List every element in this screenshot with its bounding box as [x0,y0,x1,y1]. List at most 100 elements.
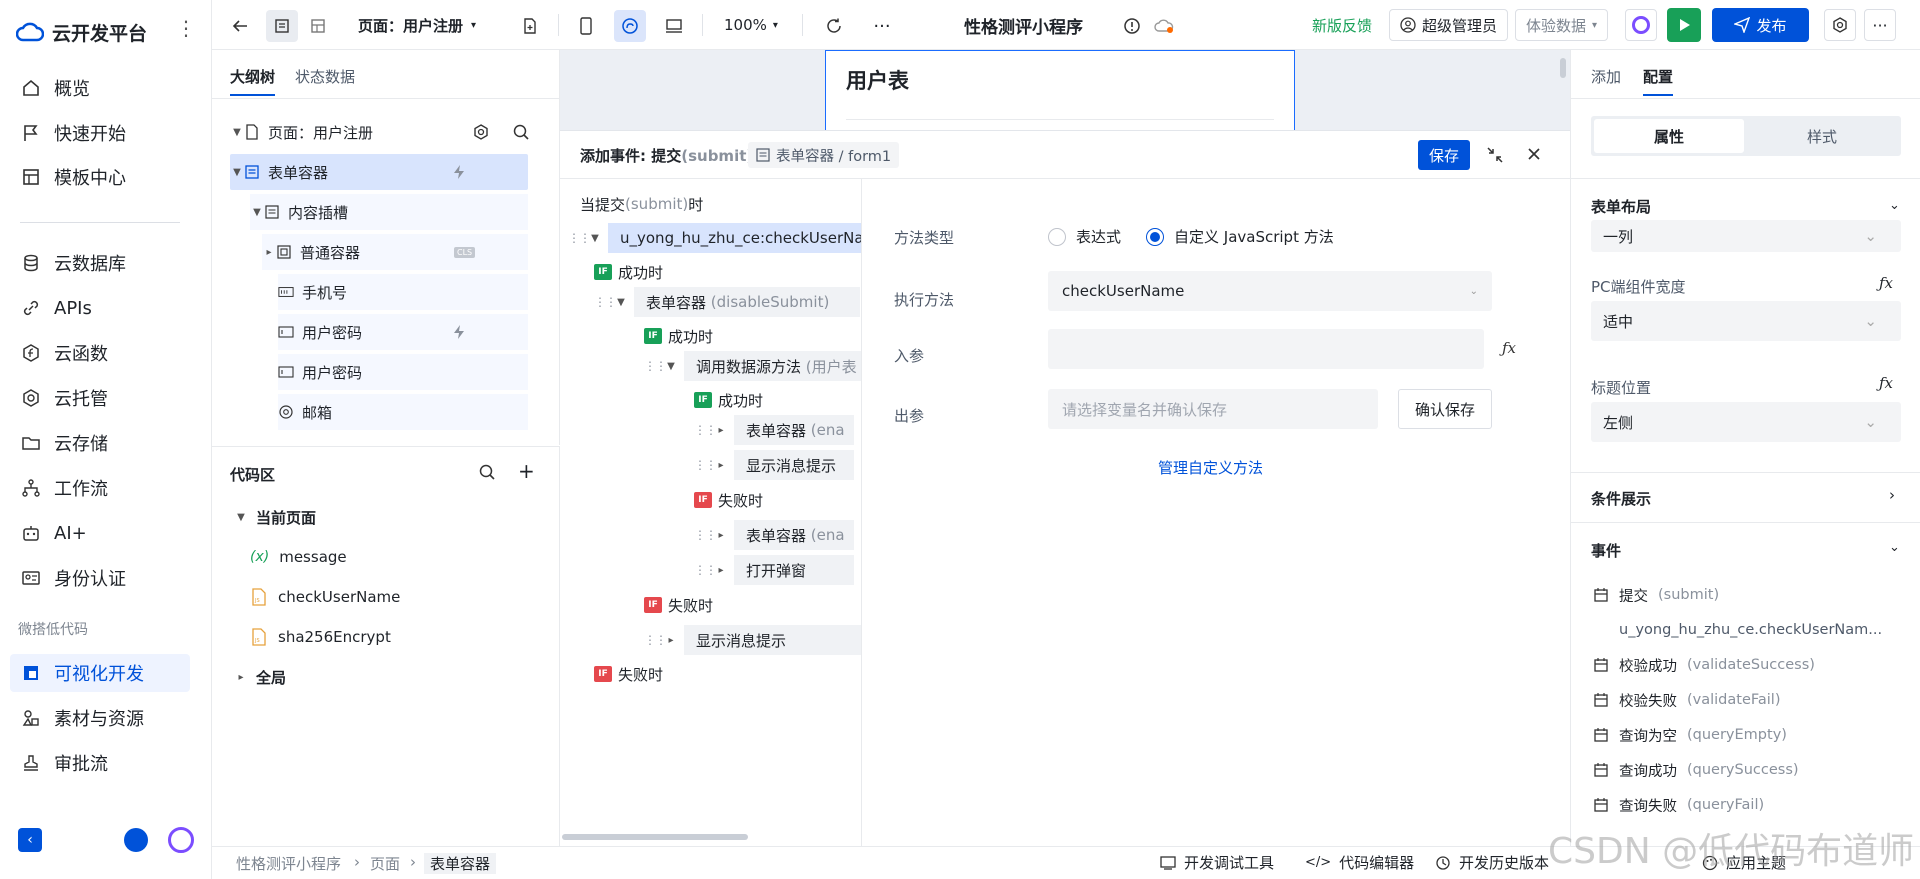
nav-item-cloudrun[interactable]: 云托管 [10,379,190,417]
radio-custom-js[interactable]: 自定义 JavaScript 方法 [1146,226,1334,247]
ai-assistant-icon[interactable] [168,827,194,853]
search-icon[interactable] [478,463,496,481]
nav-item-approval[interactable]: 审批流 [10,744,190,782]
chevron-down-icon[interactable]: ⌄ [1889,198,1900,213]
tab-outline[interactable]: 大纲树 [230,66,276,96]
history-button[interactable]: 开发历史版本 [1435,852,1549,873]
user-avatar-icon[interactable] [124,828,148,852]
event-item-submit[interactable]: 提交 (submit) [1593,582,1719,608]
nav-item-overview[interactable]: 概览 [10,69,190,107]
code-item-message[interactable]: (x) message [250,542,347,572]
tree-node-form-container[interactable]: ▼ 表单容器 [230,154,528,190]
nav-item-functions[interactable]: 云函数 [10,334,190,372]
caret-down-icon[interactable]: ▼ [588,233,602,244]
form-layout-select[interactable]: 一列 ⌄ [1591,220,1901,252]
publish-button[interactable]: 发布 [1712,8,1809,42]
tab-add[interactable]: 添加 [1591,66,1621,87]
info-icon[interactable] [1116,10,1148,42]
formula-icon[interactable]: ƒx [1502,339,1516,357]
code-item-sha256[interactable]: JS sha256Encrypt [252,622,391,652]
drag-handle-icon[interactable]: ⋮⋮ [694,563,717,577]
miniprogram-icon[interactable] [614,10,646,42]
nav-item-workflow[interactable]: 工作流 [10,469,190,507]
drag-handle-icon[interactable]: ⋮⋮ [568,231,591,245]
settings-icon[interactable] [1824,9,1856,41]
drag-handle-icon[interactable]: ⋮⋮ [644,359,667,373]
tree-node-password-1[interactable]: 用户密码 [278,314,528,350]
tree-node-email[interactable]: 邮箱 [278,394,528,430]
event-target-chip[interactable]: 表单容器 / form1 [748,142,900,168]
caret-down-icon[interactable]: ▼ [614,297,628,308]
nav-item-storage[interactable]: 云存储 [10,424,190,462]
event-item-query-success[interactable]: 查询成功 (querySuccess) [1593,757,1799,783]
form-layout-title[interactable]: 表单布局 [1591,196,1651,217]
tree-node-slot[interactable]: ▼ 内容插槽 [250,194,528,230]
nav-item-ai[interactable]: AI+ [10,514,190,552]
tree-node-phone[interactable]: 手机号 [278,274,528,310]
drag-handle-icon[interactable]: ⋮⋮ [694,528,717,542]
exec-method-select[interactable]: checkUserName ⌄ [1048,271,1492,311]
back-icon[interactable] [224,10,256,42]
ai-icon[interactable] [1625,9,1657,41]
desktop-icon[interactable] [658,10,690,42]
brand[interactable]: 云开发平台 [16,16,147,48]
event-item-query-fail[interactable]: 查询失败 (queryFail) [1593,792,1764,818]
canvas-scrollbar[interactable] [1560,58,1566,78]
flow-open-modal[interactable]: ⋮⋮ ▸ 打开弹窗 [694,555,854,585]
event-item-query-empty[interactable]: 查询为空 (queryEmpty) [1593,722,1787,748]
param-in-input[interactable] [1048,329,1484,369]
code-group-global[interactable]: ▸ 全局 [234,662,286,692]
param-out-input[interactable]: 请选择变量名并确认保存 [1048,389,1378,429]
zoom-select[interactable]: 100% ▾ [724,10,778,40]
save-button[interactable]: 保存 [1418,140,1470,170]
tree-node-container[interactable]: ▸ 普通容器 CLS [262,234,528,270]
nav-item-assets[interactable]: 素材与资源 [10,699,190,737]
more-icon[interactable]: ··· [866,10,898,42]
tab-config[interactable]: 配置 [1643,66,1674,96]
caret-right-icon[interactable]: ▸ [714,460,728,471]
role-button[interactable]: 超级管理员 [1389,9,1509,41]
close-icon[interactable] [1526,146,1542,162]
add-page-icon[interactable] [514,10,546,42]
drag-handle-icon[interactable]: ⋮⋮ [694,458,717,472]
add-icon[interactable]: + [518,461,535,481]
nav-item-quickstart[interactable]: 快速开始 [10,114,190,152]
more-menu-icon[interactable]: ··· [1864,9,1896,41]
breadcrumb-current[interactable]: 表单容器 [424,853,497,874]
chevron-down-icon[interactable]: ⌄ [1889,540,1900,555]
nav-item-visual-dev[interactable]: 可视化开发 [10,654,190,692]
collapse-icon[interactable] [1486,146,1504,164]
event-handler-item[interactable]: u_yong_hu_zhu_ce.checkUserNam... [1619,617,1882,643]
seg-properties[interactable]: 属性 [1594,119,1744,153]
formula-icon[interactable]: ƒx [1879,374,1893,392]
dev-tools-button[interactable]: 开发调试工具 [1160,852,1274,873]
drag-handle-icon[interactable]: ⋮⋮ [594,295,617,309]
nav-item-auth[interactable]: 身份认证 [10,559,190,597]
caret-right-icon[interactable]: ▸ [714,565,728,576]
manage-methods-link[interactable]: 管理自定义方法 [1158,457,1263,478]
drag-handle-icon[interactable]: ⋮⋮ [644,633,667,647]
code-editor-button[interactable]: </> 代码编辑器 [1305,852,1414,873]
caret-right-icon[interactable]: ▸ [714,425,728,436]
flow-disable-submit[interactable]: ⋮⋮ ▼ 表单容器 (disableSubmit) [594,287,860,317]
cond-display-title[interactable]: 条件展示 [1591,488,1651,509]
flow-show-toast-2[interactable]: ⋮⋮ ▸ 显示消息提示 [644,625,861,655]
flow-show-toast[interactable]: ⋮⋮ ▸ 显示消息提示 [694,450,854,480]
tab-state-data[interactable]: 状态数据 [295,66,355,87]
event-item-validate-success[interactable]: 校验成功 (validateSuccess) [1593,652,1815,678]
layout-view-icon[interactable] [302,10,334,42]
chevron-right-icon[interactable]: › [1889,486,1895,504]
pc-width-select[interactable]: 适中 ⌄ [1591,301,1901,341]
event-item-validate-fail[interactable]: 校验失败 (validateFail) [1593,687,1781,713]
caret-right-icon[interactable]: ▸ [664,635,678,646]
feedback-link[interactable]: 新版反馈 [1312,10,1372,40]
data-mode-select[interactable]: 体验数据 ▾ [1515,9,1609,41]
code-item-checkusername[interactable]: JS checkUserName [252,582,400,612]
nav-item-database[interactable]: 云数据库 [10,244,190,282]
tree-node-password-2[interactable]: 用户密码 [278,354,528,390]
refresh-icon[interactable] [818,10,850,42]
drag-handle-icon[interactable]: ⋮⋮ [694,423,717,437]
tree-node-page[interactable]: ▼ 页面：用户注册 [230,114,530,150]
code-group-current[interactable]: ▼ 当前页面 [234,502,316,532]
flow-call-datasource[interactable]: ⋮⋮ ▼ 调用数据源方法 (用户表 [644,351,861,381]
